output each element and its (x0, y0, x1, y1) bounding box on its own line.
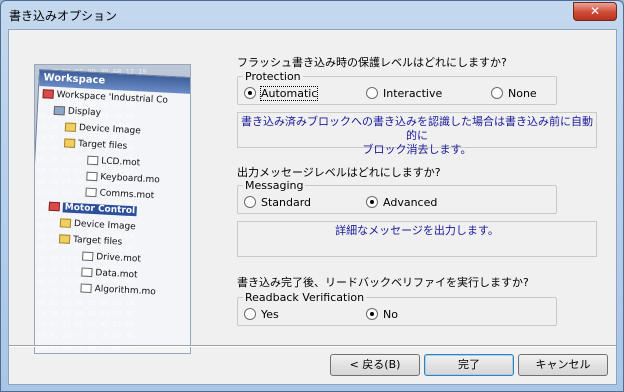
tree-item-label: Display (67, 106, 102, 119)
tree-item-label: Device Image (73, 219, 136, 233)
options-dialog: 書き込みオプション ✕ 2C 47 91 B1 8D 3D 6B 17 19 F… (0, 0, 624, 392)
folder-icon (59, 218, 72, 228)
title-bar: 書き込みオプション ✕ (1, 1, 623, 29)
file-icon (85, 187, 97, 198)
readback-legend: Readback Verification (245, 291, 365, 304)
tree-item-label: Drive.mot (95, 252, 142, 265)
file-icon (87, 155, 99, 166)
readback-question: 書き込み完了後、リードバックベリファイを実行しますか? (237, 276, 529, 289)
protection-question: フラッシュ書き込み時の保護レベルはどれにしますか? (237, 56, 507, 69)
tree-item-label: Target files (77, 139, 128, 152)
folder-icon (64, 122, 77, 133)
readback-yes-radio[interactable]: Yes (244, 308, 279, 321)
workspace-panel: Workspace Workspace 'Industrial Co Displa… (35, 69, 190, 353)
protection-automatic-radio[interactable]: Automatic (244, 86, 319, 101)
project-icon (42, 89, 54, 99)
messaging-standard-radio[interactable]: Standard (244, 196, 311, 209)
readback-group: Readback Verification Yes No (237, 292, 557, 326)
protection-interactive-radio[interactable]: Interactive (366, 87, 442, 100)
protection-legend: Protection (245, 70, 301, 83)
radio-empty-icon (244, 308, 256, 320)
protection-description: 書き込み済みブロックへの書き込みを認識した場合は書き込み前に自動的に ブロック消… (237, 112, 597, 156)
board-icon (53, 105, 66, 116)
workspace-illustration: 2C 47 91 B1 8D 3D 6B 17 19 F4 02 88 AB 4… (34, 64, 191, 354)
tree-item-label: Motor Control (62, 202, 138, 217)
radio-empty-icon (491, 87, 503, 99)
dialog-body: 2C 47 91 B1 8D 3D 6B 17 19 F4 02 88 AB 4… (8, 29, 617, 385)
protection-none-radio[interactable]: None (491, 87, 537, 100)
close-button[interactable]: ✕ (573, 2, 617, 21)
cancel-button[interactable]: キャンセル (518, 354, 608, 376)
back-button[interactable]: < 戻る(B) (330, 354, 420, 376)
folder-icon (58, 234, 71, 244)
tree-item-label: LCD.mot (100, 156, 141, 169)
tree-item-label: Algorithm.mo (94, 284, 156, 298)
tree-item-label: Target files (72, 235, 123, 248)
radio-selected-icon (244, 87, 256, 99)
file-icon (81, 267, 93, 278)
file-icon (80, 283, 92, 294)
radio-selected-icon (366, 308, 378, 320)
project-icon (48, 201, 61, 212)
radio-selected-icon (366, 196, 378, 208)
radio-empty-icon (366, 87, 378, 99)
file-icon (86, 171, 98, 182)
folder-icon (63, 138, 76, 148)
messaging-question: 出力メッセージレベルはどれにしますか? (237, 166, 441, 179)
tree-item-label: Keyboard.mo (100, 172, 161, 186)
protection-group: Protection Automatic Interactive None (237, 71, 557, 105)
button-separator (9, 345, 616, 347)
tree-item-label: Device Image (78, 123, 141, 137)
dialog-title: 書き込みオプション (9, 9, 118, 23)
finish-button[interactable]: 完了 (424, 354, 514, 376)
messaging-group: Messaging Standard Advanced (237, 180, 557, 214)
tree-item-label: Data.mot (95, 268, 138, 281)
workspace-tree: Workspace 'Industrial Co Display Device Im… (35, 86, 190, 303)
messaging-legend: Messaging (245, 179, 304, 192)
messaging-description: 詳細なメッセージを出力します。 (237, 221, 597, 257)
tree-item-label: Comms.mot (99, 188, 155, 202)
file-icon (82, 251, 94, 262)
messaging-advanced-radio[interactable]: Advanced (366, 196, 437, 209)
readback-no-radio[interactable]: No (366, 308, 398, 321)
radio-empty-icon (244, 196, 256, 208)
